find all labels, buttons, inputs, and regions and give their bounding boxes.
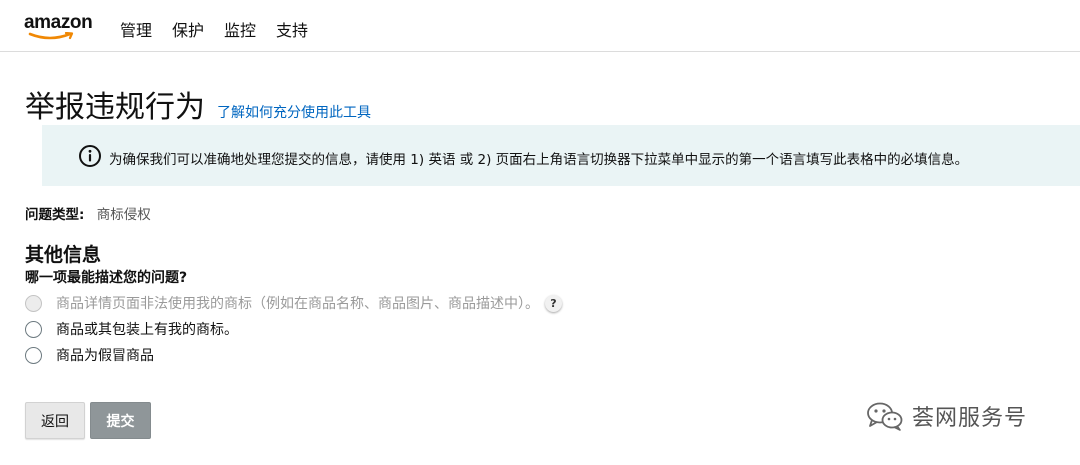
logo-text: amazon	[24, 12, 93, 33]
issue-type-label: 问题类型:	[25, 207, 85, 223]
issue-options-group: 商品详情页面非法使用我的商标（例如在商品名称、商品图片、商品描述中）。 ? 商品…	[25, 290, 562, 368]
radio-button[interactable]	[25, 346, 42, 364]
issue-type-row: 问题类型: 商标侵权	[25, 203, 151, 223]
info-alert: 为确保我们可以准确地处理您提交的信息，请使用 1) 英语 或 2) 页面右上角语…	[42, 125, 1080, 186]
nav-manage[interactable]: 管理	[120, 17, 152, 41]
top-nav-bar: amazon 管理 保护 监控 支持	[0, 0, 1080, 52]
option-trademark-on-product[interactable]: 商品或其包装上有我的商标。	[25, 316, 562, 342]
page-title: 举报违规行为	[25, 90, 205, 125]
section-title: 其他信息	[25, 244, 102, 266]
nav-monitor[interactable]: 监控	[224, 17, 256, 41]
nav-support[interactable]: 支持	[276, 17, 308, 41]
wechat-icon	[867, 402, 903, 431]
info-alert-text: 为确保我们可以准确地处理您提交的信息，请使用 1) 英语 或 2) 页面右上角语…	[109, 152, 969, 168]
submit-button[interactable]: 提交	[90, 402, 151, 439]
info-icon	[79, 145, 101, 167]
nav-protect[interactable]: 保护	[172, 17, 204, 41]
main-nav: 管理 保护 监控 支持	[120, 17, 308, 41]
watermark-text: 荟网服务号	[912, 406, 1028, 431]
help-link[interactable]: 了解如何充分使用此工具	[217, 102, 371, 122]
option-label: 商品为假冒商品	[56, 348, 154, 364]
option-label: 商品详情页面非法使用我的商标（例如在商品名称、商品图片、商品描述中）。	[56, 296, 539, 312]
option-counterfeit[interactable]: 商品为假冒商品	[25, 342, 562, 368]
option-illegal-use-on-detail-page[interactable]: 商品详情页面非法使用我的商标（例如在商品名称、商品图片、商品描述中）。 ?	[25, 290, 562, 316]
question-label: 哪一项最能描述您的问题?	[25, 270, 188, 286]
option-label: 商品或其包装上有我的商标。	[56, 322, 238, 338]
amazon-logo[interactable]: amazon	[24, 12, 98, 42]
radio-button[interactable]	[25, 294, 42, 312]
title-row: 举报违规行为 了解如何充分使用此工具	[25, 82, 371, 126]
issue-type-value: 商标侵权	[96, 207, 151, 223]
watermark: 荟网服务号	[866, 400, 1027, 432]
help-icon[interactable]: ?	[545, 294, 562, 312]
smile-arrow-icon	[28, 32, 74, 40]
back-button[interactable]: 返回	[25, 402, 85, 439]
radio-button[interactable]	[25, 320, 42, 338]
